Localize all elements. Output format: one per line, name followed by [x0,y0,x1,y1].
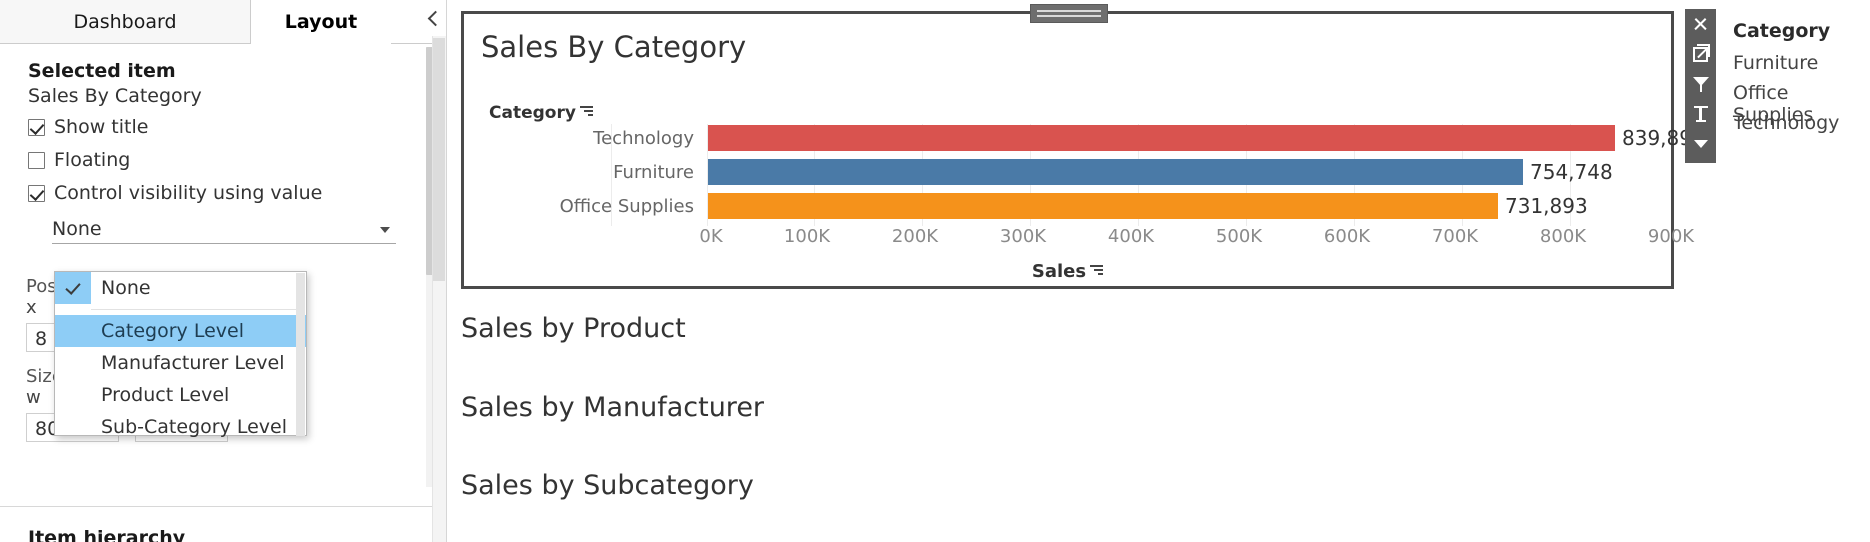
drag-handle-icon[interactable] [1030,4,1108,23]
floating-checkbox[interactable] [28,151,45,169]
dropdown-option-none-label: None [101,277,151,299]
tab-dashboard-label: Dashboard [73,10,177,33]
selected-item-value: Sales By Category [28,85,202,107]
dropdown-option-category-level-label: Category Level [101,320,244,342]
dropdown-option-category-level[interactable]: Category Level [55,315,306,347]
legend-export-button[interactable] [1685,39,1716,69]
xtick-400k: 400K [1107,226,1155,247]
bar-furniture[interactable] [708,159,1523,185]
viz-title: Sales By Category [481,30,747,64]
tab-dashboard[interactable]: Dashboard [0,0,251,44]
legend-toolbar [1685,9,1716,163]
export-icon [1693,43,1710,62]
xtick-700k: 700K [1431,226,1479,247]
dropdown-option-sub-category-level[interactable]: Sub-Category Level [55,411,306,443]
bar-row-furniture[interactable]: 754,748 [708,159,1668,185]
xtick-800k: 800K [1539,226,1587,247]
bar-office-supplies[interactable] [708,193,1498,219]
dropdown-option-manufacturer-level-label: Manufacturer Level [101,352,285,374]
floating-label: Floating [54,149,131,171]
dropdown-option-manufacturer-level[interactable]: Manufacturer Level [55,347,306,379]
dropdown-option-sub-category-level-label: Sub-Category Level [101,416,288,438]
check-icon [55,272,91,304]
visibility-value-text: None [52,218,102,240]
legend-pin-button[interactable] [1685,99,1716,129]
legend-close-button[interactable] [1685,9,1716,39]
x-axis-title[interactable]: Sales [464,261,1671,282]
x-axis: 0K 100K 200K 300K 400K 500K 600K 700K 80… [464,226,1694,256]
position-x-value: 8 [35,328,48,350]
pin-icon [1693,106,1708,122]
legend-item-technology[interactable]: Technology [1733,112,1839,134]
sort-descending-icon[interactable] [1090,265,1104,276]
tab-layout-label: Layout [284,11,358,33]
xtick-300k: 300K [999,226,1047,247]
bar-row-technology[interactable]: 839,893 [708,125,1705,151]
bar-row-office-supplies[interactable]: 731,893 [708,193,1668,219]
control-visibility-checkbox[interactable] [28,184,45,202]
category-tick-furniture: Furniture [613,162,694,183]
dropdown-separator [91,309,298,310]
category-axis-label: Category [489,103,576,123]
show-title-label: Show title [54,116,149,138]
selected-item-heading: Selected item [28,60,176,82]
xtick-100k: 100K [783,226,831,247]
filter-icon [1692,76,1709,92]
legend-more-button[interactable] [1685,129,1716,159]
visibility-dropdown-menu[interactable]: None Category Level Manufacturer Level P… [54,271,307,438]
bar-value-office-supplies: 731,893 [1505,194,1588,218]
xtick-900k: 900K [1647,226,1695,247]
viz-sales-by-category[interactable]: Sales By Category Category Technology 83… [461,4,1705,289]
canvas-scrollbar-thumb[interactable] [433,38,445,281]
dropdown-option-product-level-label: Product Level [101,384,230,406]
close-icon [1693,17,1708,32]
chevron-left-icon [427,10,444,26]
dropdown-option-none[interactable]: None [55,272,306,304]
legend-item-furniture[interactable]: Furniture [1733,52,1818,74]
panel-divider [0,506,446,507]
chevron-down-icon [1693,140,1708,148]
tab-layout[interactable]: Layout [251,0,391,44]
sheet-title-sales-by-subcategory[interactable]: Sales by Subcategory [461,470,754,501]
collapse-panel-button[interactable] [420,2,447,34]
legend-filter-button[interactable] [1685,69,1716,99]
bar-technology[interactable] [708,125,1615,151]
xtick-500k: 500K [1215,226,1263,247]
xtick-600k: 600K [1323,226,1371,247]
xtick-200k: 200K [891,226,939,247]
category-tick-office-supplies: Office Supplies [559,196,694,217]
item-hierarchy-heading: Item hierarchy [28,527,186,542]
x-axis-title-label: Sales [1031,261,1087,282]
control-visibility-label: Control visibility using value [54,182,323,204]
chevron-down-icon [380,227,390,233]
sort-descending-icon[interactable] [579,106,593,117]
plot-area: Technology 839,893 Furniture 754,748 Off… [464,124,1705,234]
visibility-value-dropdown[interactable]: None [52,215,396,244]
dashboard-canvas: Sales By Category Category Technology 83… [447,0,1870,542]
category-axis-header[interactable]: Category [489,103,593,123]
checkbox-row-show-title[interactable]: Show title [28,116,446,138]
checkbox-row-control-visibility[interactable]: Control visibility using value [28,182,446,204]
xtick-0k: 0K [699,226,723,247]
sheet-title-sales-by-manufacturer[interactable]: Sales by Manufacturer [461,392,764,423]
dropdown-option-product-level[interactable]: Product Level [55,379,306,411]
panel-tabstrip: Dashboard Layout [0,0,446,44]
category-tick-technology: Technology [593,128,694,149]
legend-title: Category [1733,20,1831,42]
tableau-dashboard-editor: Dashboard Layout Selected item Sales By … [0,0,1870,542]
show-title-checkbox[interactable] [28,118,45,136]
sheet-title-sales-by-product[interactable]: Sales by Product [461,313,686,344]
dropdown-scrollbar-thumb[interactable] [296,273,305,436]
checkbox-row-floating[interactable]: Floating [28,149,446,171]
bar-value-furniture: 754,748 [1530,160,1613,184]
